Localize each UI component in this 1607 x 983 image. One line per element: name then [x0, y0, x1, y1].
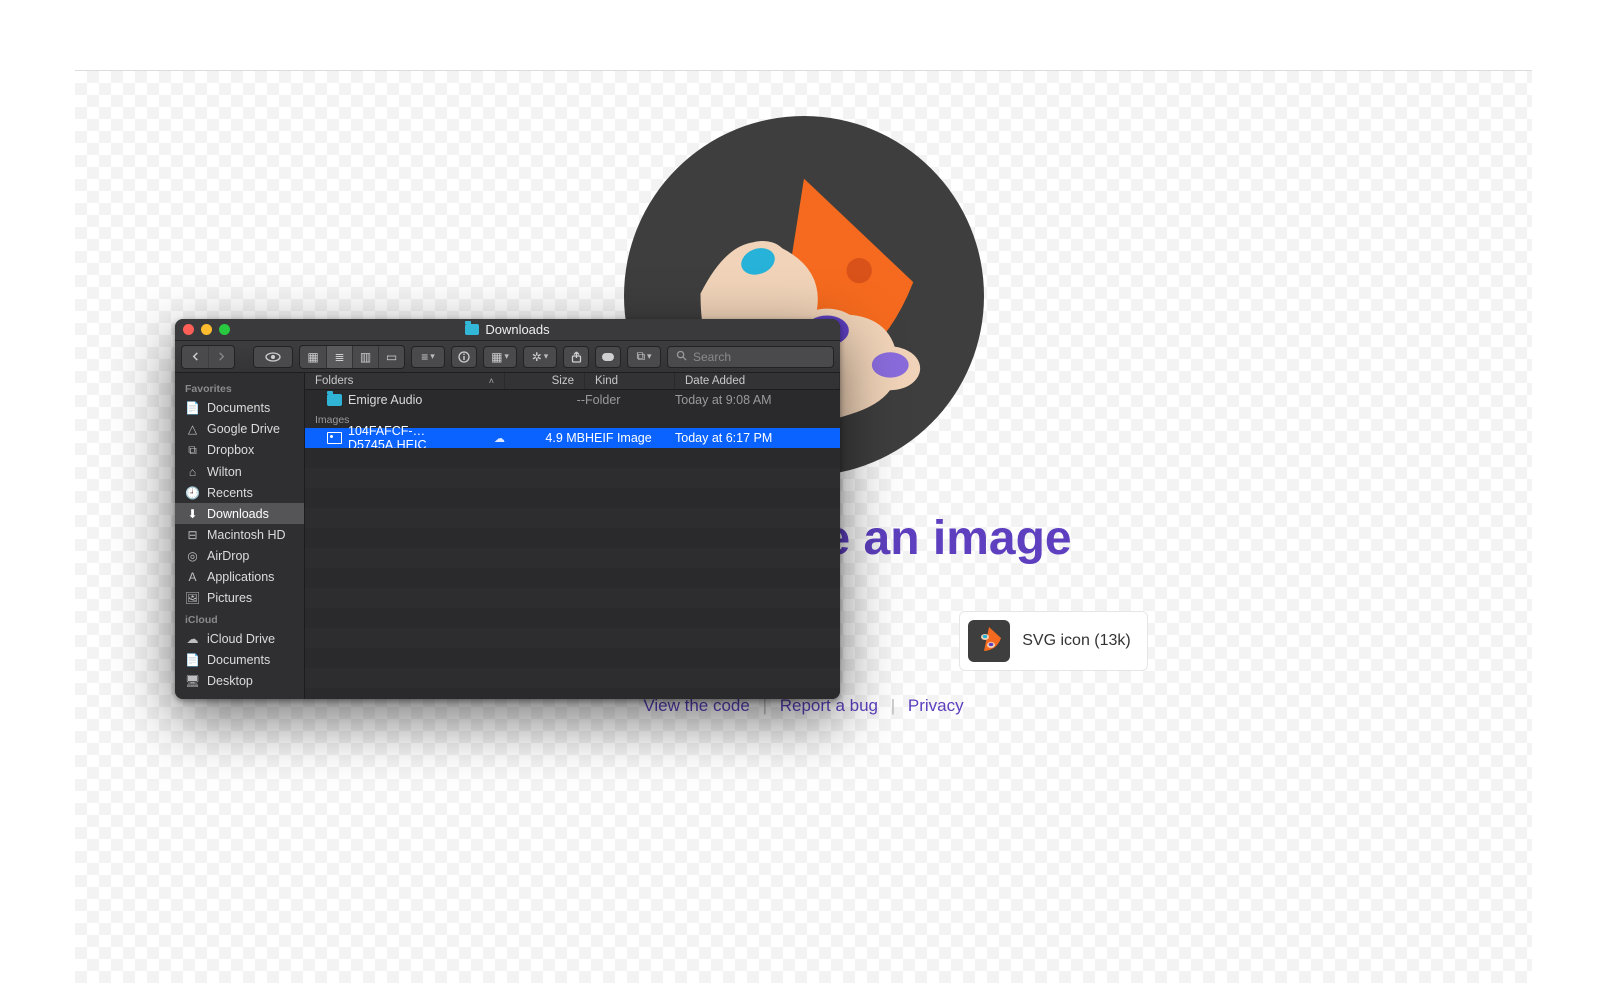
get-info-button[interactable] — [451, 346, 477, 368]
forward-button[interactable] — [208, 346, 234, 368]
column-header-size[interactable]: Size — [505, 373, 585, 389]
pictures-icon: 🖼 — [185, 591, 200, 605]
nav-buttons — [181, 345, 235, 369]
documents-2-icon: 📄 — [185, 653, 200, 667]
macintosh-hd-icon: ⊟ — [185, 528, 200, 542]
downloads-icon: ⬇ — [185, 507, 200, 521]
applications-icon: A — [185, 570, 200, 584]
finder-titlebar[interactable]: Downloads — [175, 319, 840, 341]
search-input[interactable] — [693, 350, 825, 364]
sidebar-item-recents[interactable]: 🕘 Recents — [175, 482, 304, 503]
sidebar-item-label: Documents — [207, 401, 270, 415]
sort-indicator-icon: ˄ — [489, 376, 494, 386]
google-drive-icon: △ — [185, 422, 200, 436]
tags-button[interactable] — [595, 346, 621, 368]
sidebar-item-label: AirDrop — [207, 549, 249, 563]
example-thumbnail — [968, 620, 1010, 662]
sidebar-item-downloads[interactable]: ⬇ Downloads — [175, 503, 304, 524]
sidebar-item-label: Google Drive — [207, 422, 280, 436]
recents-icon: 🕘 — [185, 486, 200, 500]
file-size: -- — [505, 393, 585, 407]
sidebar-section-label: iCloud — [175, 608, 304, 628]
cloud-icon: ☁ — [494, 432, 505, 445]
column-header-row: Folders ˄ Size Kind Date Added — [305, 373, 840, 390]
finder-toolbar: ▦ ≣ ▥ ▭ ≡▾ ▦▾ ✲▾ ⧉▾ — [175, 341, 840, 373]
sidebar-item-documents-2[interactable]: 📄 Documents — [175, 649, 304, 670]
search-icon — [676, 350, 687, 364]
group-by-button[interactable]: ≡▾ — [411, 346, 445, 368]
view-gallery-button[interactable]: ▭ — [378, 346, 404, 368]
icloud-drive-icon: ☁ — [185, 632, 200, 646]
sidebar-item-label: Desktop — [207, 674, 253, 688]
file-name: Emigre Audio — [348, 393, 422, 407]
sidebar-item-macintosh-hd[interactable]: ⊟ Macintosh HD — [175, 524, 304, 545]
airdrop-icon: ◎ — [185, 549, 200, 563]
sidebar-item-pictures[interactable]: 🖼 Pictures — [175, 587, 304, 608]
column-header-name[interactable]: Folders ˄ — [305, 373, 505, 389]
footer-links: View the code | Report a bug | Privacy — [75, 696, 1532, 716]
desktop-icon: 🖥 — [185, 674, 200, 688]
folder-icon — [327, 394, 342, 406]
sidebar-item-documents[interactable]: 📄 Documents — [175, 397, 304, 418]
dropbox-button[interactable]: ⧉▾ — [627, 346, 661, 368]
sidebar-item-desktop[interactable]: 🖥 Desktop — [175, 670, 304, 691]
view-column-button[interactable]: ▥ — [352, 346, 378, 368]
file-row[interactable]: 104FAFCF-…D5745A.HEIC☁4.9 MBHEIF ImageTo… — [305, 428, 840, 448]
sidebar-item-icloud-drive[interactable]: ☁ iCloud Drive — [175, 628, 304, 649]
sidebar-item-label: Applications — [207, 570, 274, 584]
sidebar-item-label: Wilton — [207, 465, 242, 479]
window-title: Downloads — [485, 322, 549, 337]
documents-icon: 📄 — [185, 401, 200, 415]
sidebar-item-label: Macintosh HD — [207, 528, 286, 542]
file-kind: HEIF Image — [585, 431, 675, 445]
link-privacy[interactable]: Privacy — [908, 696, 964, 715]
sidebar-item-dropbox[interactable]: ⧉ Dropbox — [175, 439, 304, 461]
folder-icon — [465, 324, 479, 335]
window-zoom-button[interactable] — [219, 324, 230, 335]
view-icon-button[interactable]: ▦ — [300, 346, 326, 368]
sidebar-item-airdrop[interactable]: ◎ AirDrop — [175, 545, 304, 566]
column-header-date[interactable]: Date Added — [675, 373, 840, 389]
separator: | — [891, 696, 895, 715]
image-file-icon — [327, 432, 342, 444]
window-minimize-button[interactable] — [201, 324, 212, 335]
file-date: Today at 9:08 AM — [675, 393, 840, 407]
file-kind: Folder — [585, 393, 675, 407]
folder-row[interactable]: Emigre Audio --FolderToday at 9:08 AM — [305, 390, 840, 410]
sidebar-item-label: iCloud Drive — [207, 632, 275, 646]
view-list-button[interactable]: ≣ — [326, 346, 352, 368]
file-date: Today at 6:17 PM — [675, 431, 840, 445]
sidebar-item-label: Documents — [207, 653, 270, 667]
action-button[interactable]: ✲▾ — [523, 346, 557, 368]
example-chip-label: SVG icon (13k) — [1022, 632, 1130, 650]
sidebar-item-label: Recents — [207, 486, 253, 500]
file-size: 4.9 MB — [505, 431, 585, 445]
back-button[interactable] — [182, 346, 208, 368]
finder-list-pane: Folders ˄ Size Kind Date Added Emigre Au… — [305, 373, 840, 699]
sidebar-item-label: Downloads — [207, 507, 269, 521]
sidebar-item-wilton[interactable]: ⌂ Wilton — [175, 461, 304, 482]
share-button[interactable] — [563, 346, 589, 368]
finder-sidebar: Favorites 📄 Documents △ Google Drive ⧉ Dropbox… — [175, 373, 305, 699]
finder-window[interactable]: Downloads ▦ ≣ ▥ ▭ ≡▾ ▦▾ ✲▾ — [175, 319, 840, 699]
wilton-icon: ⌂ — [185, 465, 200, 479]
arrange-button[interactable]: ▦▾ — [483, 346, 517, 368]
view-mode-segmented: ▦ ≣ ▥ ▭ — [299, 345, 405, 369]
quicklook-button[interactable] — [253, 346, 293, 368]
dropbox-icon: ⧉ — [185, 443, 200, 458]
example-chip-svg[interactable]: SVG icon (13k) — [959, 611, 1147, 671]
column-header-kind[interactable]: Kind — [585, 373, 675, 389]
sidebar-item-label: Pictures — [207, 591, 252, 605]
search-field-container — [667, 346, 834, 368]
sidebar-item-label: Dropbox — [207, 443, 254, 457]
sidebar-item-google-drive[interactable]: △ Google Drive — [175, 418, 304, 439]
sidebar-section-label: Favorites — [175, 377, 304, 397]
sidebar-item-applications[interactable]: A Applications — [175, 566, 304, 587]
empty-rows — [305, 448, 840, 699]
window-close-button[interactable] — [183, 324, 194, 335]
